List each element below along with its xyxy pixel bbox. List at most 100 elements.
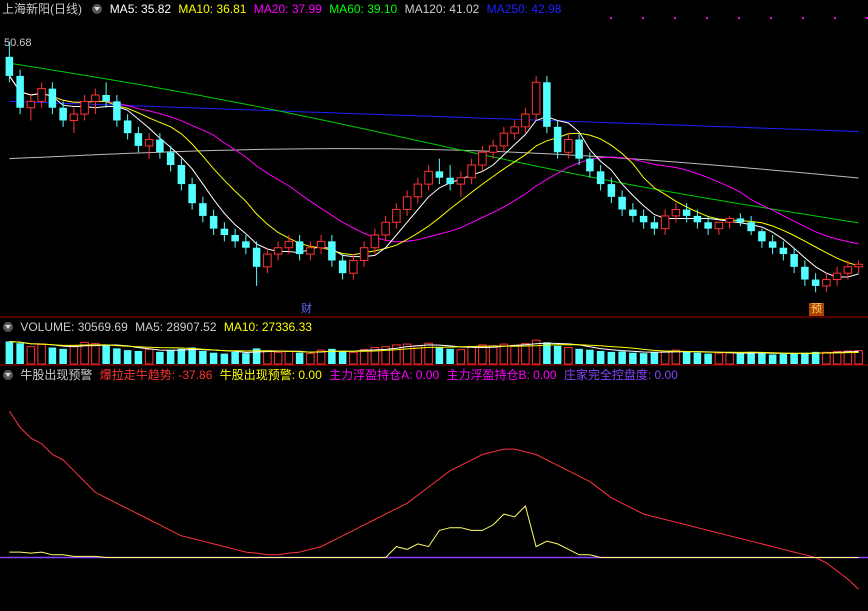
indicator-value: 牛股出现预警: 0.00 <box>219 368 322 382</box>
candle-body <box>359 247 369 261</box>
indicator-value: 爆拉走牛趋势: -37.86 <box>99 368 213 382</box>
candle-body <box>736 218 745 223</box>
volume-bar <box>854 350 863 365</box>
candle-body <box>177 165 186 185</box>
volume-bar <box>5 341 14 364</box>
volume-bar <box>242 353 250 364</box>
candle-body <box>220 228 229 235</box>
volume-bar <box>69 345 79 365</box>
candle-body <box>618 196 626 210</box>
candle-body <box>478 151 487 166</box>
candle-body <box>48 88 57 108</box>
candle-body <box>531 81 541 115</box>
candle-body <box>790 254 798 267</box>
event-tag-cai[interactable]: 财 <box>299 303 314 316</box>
ma120-line <box>9 148 859 179</box>
volume-bar <box>16 343 24 364</box>
candle-body <box>768 241 777 248</box>
candle-body <box>832 272 842 281</box>
volume-bar <box>747 351 755 364</box>
volume-legend: VOLUME: 30569.69 MA5: 28907.52 MA10: 273… <box>0 318 316 336</box>
volume-bar <box>59 348 67 364</box>
stock-chart[interactable] <box>0 0 868 611</box>
candle-body <box>328 241 336 261</box>
ma-label: MA60: 39.10 <box>329 2 398 16</box>
volume-bar <box>102 344 110 364</box>
candle-body <box>306 247 315 255</box>
candle-body <box>91 94 100 102</box>
volume-bar <box>402 343 412 365</box>
ma-label: MA10: 36.81 <box>178 2 247 16</box>
candle-body <box>822 279 831 287</box>
volume-bar <box>80 341 89 365</box>
volume-bar <box>488 345 498 365</box>
volume-bar <box>113 348 121 364</box>
volume-bar <box>639 353 648 364</box>
volume-bar <box>370 347 380 365</box>
candle-body <box>113 101 121 121</box>
candle-body <box>338 260 347 274</box>
candle-body <box>402 196 412 211</box>
volume-bar <box>284 350 294 365</box>
candle-body <box>747 222 755 232</box>
volume-bar <box>586 349 594 364</box>
volume-bar <box>381 346 390 365</box>
volume-bar <box>521 343 530 365</box>
ma60-line <box>9 62 859 224</box>
volume-bar <box>575 348 583 364</box>
volume-bar <box>596 351 605 364</box>
candle-body <box>156 139 164 153</box>
volume-bar <box>779 354 788 364</box>
trend-line <box>8 410 859 590</box>
candle-body <box>650 222 659 229</box>
chevron-down-icon[interactable] <box>3 370 13 380</box>
candle-body <box>553 126 562 153</box>
volume-bar <box>704 353 712 364</box>
volume-bar <box>220 353 229 364</box>
candle-body <box>682 209 691 216</box>
candle-body <box>854 263 863 268</box>
candle-body <box>144 139 154 147</box>
candle-body <box>252 247 261 267</box>
candle-body <box>392 209 401 223</box>
volume-bar <box>328 348 336 364</box>
candle-body <box>413 183 423 198</box>
volume-bar <box>295 352 304 364</box>
chevron-down-icon[interactable] <box>92 4 103 14</box>
volume-bar <box>607 351 616 364</box>
volume-bar <box>543 342 551 364</box>
ma-label: MA5: 35.82 <box>109 2 172 16</box>
volume-bar <box>144 348 154 365</box>
volume-bar <box>467 346 476 365</box>
candle-body <box>446 177 454 185</box>
candle-body <box>209 215 218 229</box>
volume-bar <box>650 352 659 364</box>
candle-body <box>564 139 573 153</box>
volume-bar <box>832 350 842 365</box>
volume-bar <box>758 353 766 364</box>
indicator-value: 庄家完全控盘度: 0.00 <box>563 368 678 382</box>
indicator-value: 主力浮盈持仓A: 0.00 <box>329 368 440 382</box>
volume-ma-label: MA10: 27336.33 <box>223 320 312 334</box>
candle-body <box>381 221 390 236</box>
top-dot-marker <box>706 17 708 19</box>
volume-bar <box>37 344 46 365</box>
candle-body <box>499 132 509 147</box>
volume-bar <box>843 350 853 365</box>
volume-bar <box>629 352 637 364</box>
candle-body <box>370 234 380 249</box>
volume-bar <box>531 339 541 365</box>
candle-body <box>596 171 605 185</box>
volume-bar <box>510 344 519 365</box>
chevron-down-icon[interactable] <box>3 322 13 332</box>
volume-bar <box>91 343 100 365</box>
candle-body <box>26 100 36 109</box>
indicator-value: 主力浮盈持仓B: 0.00 <box>446 368 557 382</box>
volume-bar <box>424 342 433 365</box>
warning-line <box>9 505 859 558</box>
candle-body <box>263 253 272 268</box>
ma-label: MA20: 37.99 <box>253 2 322 16</box>
volume-bar <box>478 344 487 365</box>
volume-bar <box>134 351 143 364</box>
event-tag-yu[interactable]: 预 <box>809 303 824 316</box>
